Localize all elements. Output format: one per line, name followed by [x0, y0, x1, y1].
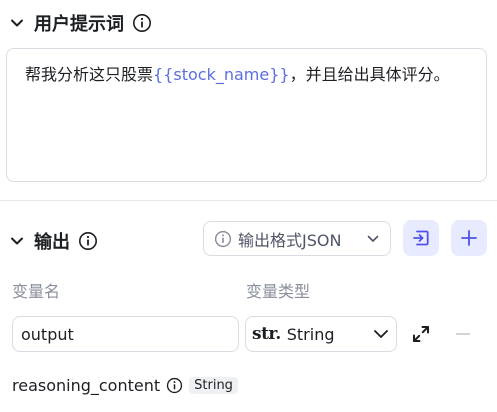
info-icon: [214, 230, 232, 248]
prompt-text-after: ，并且给出具体评分。: [289, 65, 450, 84]
chevron-down-icon[interactable]: [8, 14, 26, 32]
variable-type-select[interactable]: str. String: [245, 316, 397, 352]
expand-icon[interactable]: [410, 323, 432, 345]
minus-icon[interactable]: [452, 323, 474, 345]
column-header-name: 变量名: [12, 282, 61, 301]
section-divider: [0, 200, 497, 201]
chevron-down-icon[interactable]: [8, 232, 26, 250]
string-type-icon: str.: [252, 324, 281, 344]
reasoning-type-badge: String: [189, 377, 238, 394]
info-icon[interactable]: [132, 13, 152, 33]
user-prompt-editor[interactable]: 帮我分析这只股票{{stock_name}}，并且给出具体评分。: [6, 48, 487, 182]
prompt-section-header: 用户提示词: [8, 10, 152, 36]
prompt-variable: {{stock_name}}: [153, 65, 290, 84]
reasoning-variable-name: reasoning_content: [12, 376, 161, 395]
chevron-down-icon: [372, 325, 390, 343]
import-button[interactable]: [403, 220, 439, 256]
node-config-panel: 用户提示词 帮我分析这只股票{{stock_name}}，并且给出具体评分。 输…: [0, 0, 497, 412]
variable-name-input[interactable]: [12, 316, 239, 352]
prompt-text-before: 帮我分析这只股票: [25, 65, 154, 84]
info-icon[interactable]: [166, 377, 183, 394]
chevron-down-icon: [366, 232, 380, 246]
import-icon: [411, 228, 431, 248]
reasoning-output-row: reasoning_content String: [12, 376, 238, 395]
add-output-button[interactable]: [451, 220, 487, 256]
column-header-type: 变量类型: [246, 282, 311, 301]
output-format-label: 输出格式JSON: [238, 230, 342, 250]
plus-icon: [460, 229, 478, 247]
info-icon[interactable]: [78, 231, 98, 251]
prompt-section-title: 用户提示词: [34, 14, 124, 35]
output-section-header: 输出: [8, 228, 98, 254]
variable-type-label: String: [286, 324, 335, 344]
output-format-select[interactable]: 输出格式JSON: [203, 221, 391, 256]
output-section-title: 输出: [34, 232, 70, 253]
